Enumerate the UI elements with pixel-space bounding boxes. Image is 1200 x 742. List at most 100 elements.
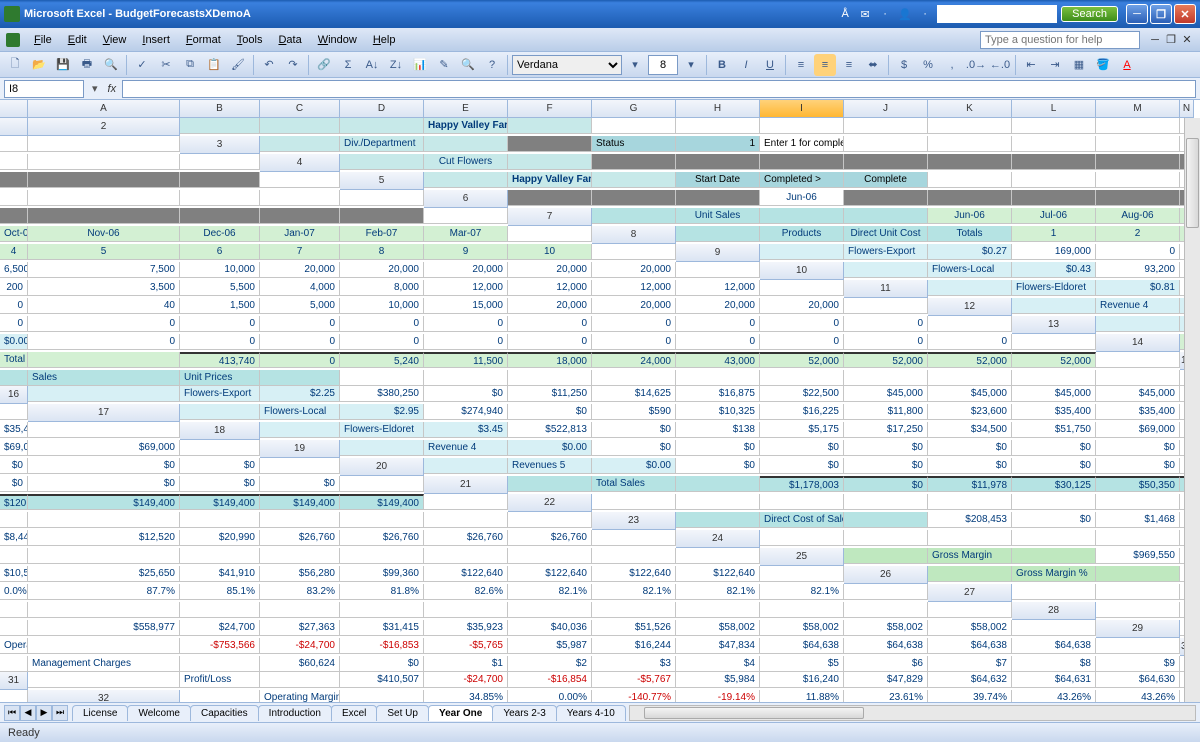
cell[interactable]: 0 (180, 316, 260, 332)
cell[interactable] (592, 370, 676, 386)
cell[interactable]: $2.95 (340, 404, 424, 420)
cell[interactable] (180, 118, 260, 134)
row-header[interactable]: 16 (0, 386, 28, 404)
cell[interactable]: $31,415 (340, 620, 424, 636)
row-header[interactable]: 5 (340, 172, 424, 190)
cell[interactable] (0, 190, 28, 206)
size-dropdown-icon[interactable]: ▾ (680, 54, 702, 76)
cell[interactable]: 0 (340, 316, 424, 332)
cell[interactable] (1012, 298, 1096, 314)
cell[interactable]: 0 (1096, 244, 1180, 260)
cell[interactable]: $0 (424, 386, 508, 402)
cell[interactable]: 39.74% (928, 690, 1012, 702)
cell[interactable]: $1 (424, 656, 508, 672)
cell[interactable] (844, 494, 928, 510)
cell[interactable]: 10 (508, 244, 592, 260)
cell[interactable]: 20,000 (760, 298, 844, 314)
save-icon[interactable]: 💾 (52, 54, 74, 76)
row-header[interactable]: 13 (1012, 316, 1096, 334)
cell[interactable]: $0 (0, 476, 28, 492)
cell[interactable]: -$24,700 (260, 638, 340, 654)
cell[interactable]: $0 (28, 458, 180, 474)
cell[interactable]: 200 (0, 280, 28, 296)
cell[interactable]: $0 (676, 458, 760, 474)
cell[interactable]: $60,624 (260, 656, 340, 672)
inc-decimal-icon[interactable]: .0→ (965, 54, 987, 76)
col-header[interactable]: H (676, 100, 760, 118)
cell[interactable]: Feb-07 (340, 226, 424, 242)
cell[interactable] (1012, 154, 1096, 170)
cell[interactable]: 87.7% (28, 584, 180, 600)
cell[interactable]: $0 (676, 440, 760, 456)
cell[interactable] (508, 154, 592, 170)
cell[interactable]: $122,640 (508, 566, 592, 582)
cell[interactable] (1096, 172, 1180, 188)
cell[interactable]: Flowers-Eldoret (340, 422, 424, 438)
cell[interactable] (928, 370, 1012, 386)
row-header[interactable]: 32 (28, 690, 180, 702)
row-header[interactable]: 29 (1096, 620, 1180, 638)
cell[interactable] (592, 548, 676, 564)
cell[interactable]: $64,638 (1012, 638, 1096, 654)
sheet-tab[interactable]: Years 2-3 (492, 705, 556, 721)
formula-input[interactable] (122, 80, 1196, 98)
cell[interactable]: Start Date (676, 172, 760, 188)
cell[interactable]: $58,002 (928, 620, 1012, 636)
cell[interactable]: $64,631 (1012, 672, 1096, 688)
cell[interactable] (340, 690, 424, 702)
cell[interactable]: $5,175 (760, 422, 844, 438)
row-header[interactable]: 3 (180, 136, 260, 154)
maximize-button[interactable]: ❐ (1150, 4, 1172, 24)
cell[interactable] (1096, 494, 1180, 510)
cell[interactable]: 0 (592, 316, 676, 332)
cell[interactable]: Flowers-Local (260, 404, 340, 420)
cell[interactable] (28, 386, 180, 402)
borders-icon[interactable]: ▦ (1068, 54, 1090, 76)
row-header[interactable]: 10 (760, 262, 844, 280)
cell[interactable] (28, 638, 180, 654)
cell[interactable]: $20,990 (180, 530, 260, 546)
cell[interactable]: 6,500 (0, 262, 28, 278)
row-header[interactable]: 19 (260, 440, 340, 458)
cell[interactable]: $10,510 (0, 566, 28, 582)
cell[interactable]: $41,910 (180, 566, 260, 582)
cell[interactable]: $34,500 (928, 422, 1012, 438)
cell[interactable]: $0.00 (508, 440, 592, 456)
cell[interactable]: $35,923 (424, 620, 508, 636)
cell[interactable]: $50,350 (1096, 476, 1180, 492)
cell[interactable]: $45,000 (928, 386, 1012, 402)
cell[interactable]: $558,977 (28, 620, 180, 636)
cell[interactable] (844, 530, 928, 546)
row-header[interactable]: 31 (0, 672, 28, 690)
tab-last-icon[interactable]: ⏭ (52, 705, 68, 721)
cell[interactable]: $3 (592, 656, 676, 672)
cell[interactable]: Jun-06 (928, 208, 1012, 224)
cell[interactable]: 1,500 (180, 298, 260, 314)
cell[interactable] (844, 118, 928, 134)
cell[interactable]: $64,638 (844, 638, 928, 654)
sheet-tab[interactable]: Welcome (127, 705, 191, 721)
cell[interactable] (180, 656, 260, 672)
cell[interactable]: 20,000 (592, 298, 676, 314)
cell[interactable]: Unit Sales (676, 208, 760, 224)
cell[interactable] (928, 154, 1012, 170)
cell[interactable]: $122,640 (424, 566, 508, 582)
cell[interactable] (676, 226, 760, 242)
cell[interactable]: -$16,853 (340, 638, 424, 654)
cell[interactable]: $47,829 (844, 672, 928, 688)
cell[interactable] (1096, 370, 1180, 386)
cell[interactable] (508, 136, 592, 152)
cell[interactable] (928, 172, 1012, 188)
cell[interactable]: Direct Unit Cost (844, 226, 928, 242)
cell[interactable]: 23.61% (844, 690, 928, 702)
cell[interactable]: 82.1% (760, 584, 844, 600)
cell[interactable]: 20,000 (508, 298, 592, 314)
cell[interactable]: Direct Cost of Sales (760, 512, 844, 528)
cell[interactable] (180, 602, 260, 618)
open-icon[interactable]: 📂 (28, 54, 50, 76)
cell[interactable]: $26,760 (508, 530, 592, 546)
cell[interactable]: $64,632 (928, 672, 1012, 688)
cell[interactable] (340, 440, 424, 456)
cell[interactable] (260, 190, 340, 206)
cell[interactable]: Flowers-Local (928, 262, 1012, 278)
